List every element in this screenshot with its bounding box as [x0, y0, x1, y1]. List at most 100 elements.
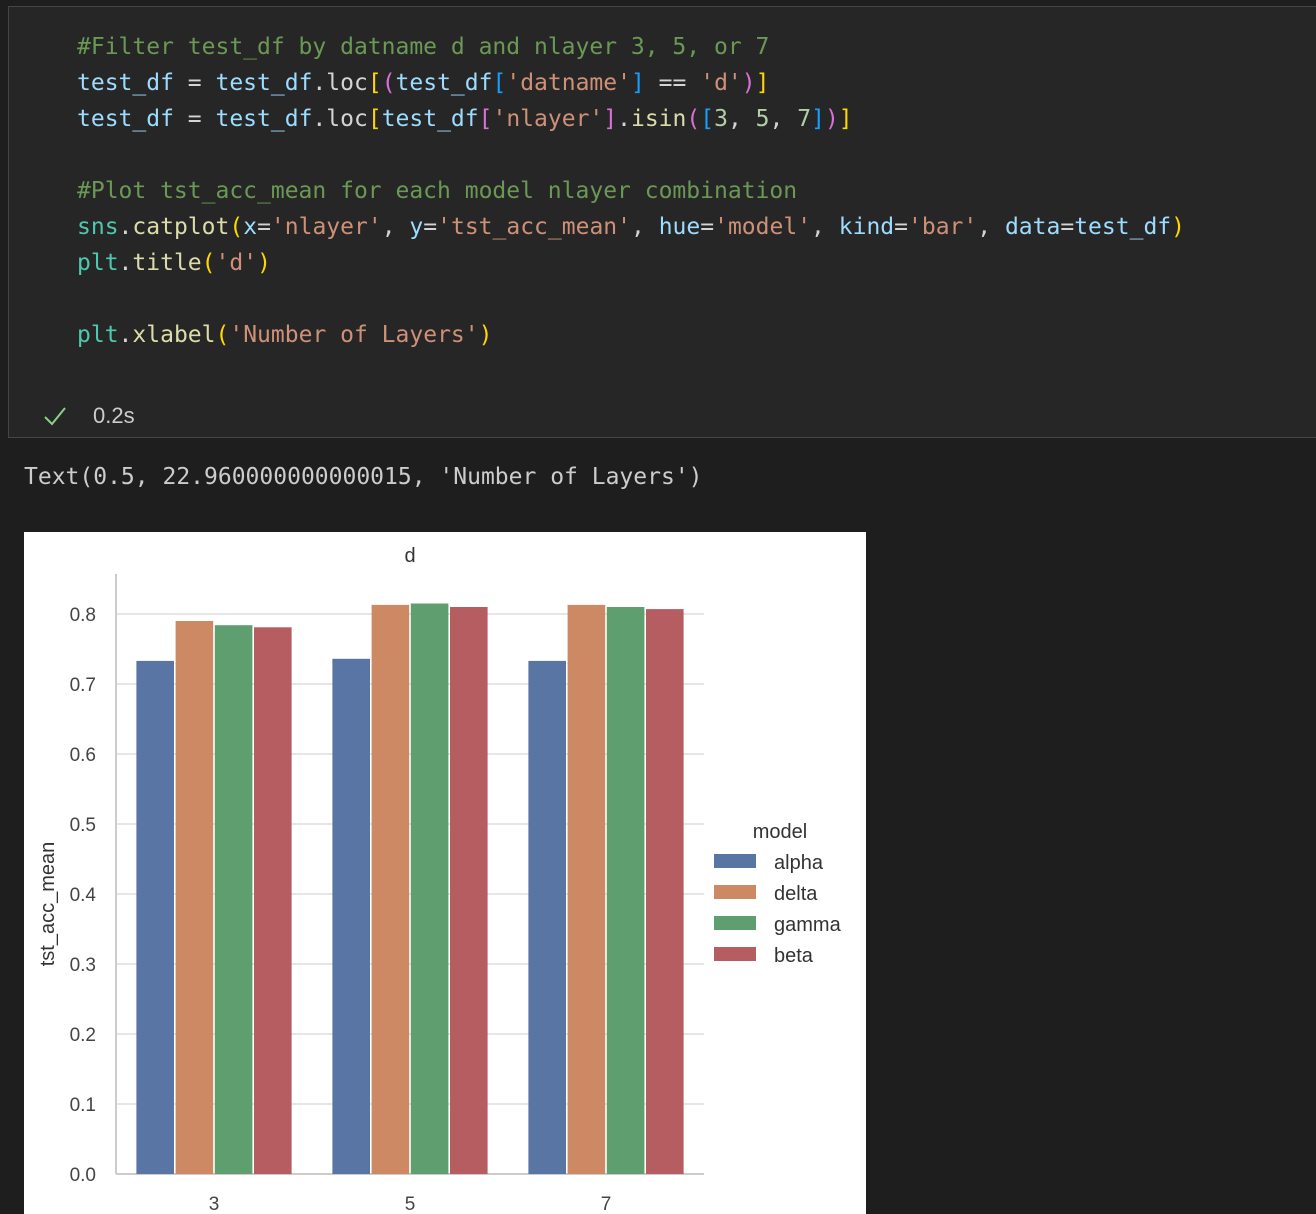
code-token: test_df	[381, 106, 479, 132]
y-axis-label: tst_acc_mean	[37, 842, 59, 967]
bar-gamma	[214, 625, 253, 1174]
code-token: .	[312, 106, 327, 132]
code-token: )	[1171, 214, 1185, 240]
code-line[interactable]: sns.catplot(x='nlayer', y='tst_acc_mean'…	[77, 209, 1185, 245]
code-token: ,	[631, 214, 659, 240]
code-line[interactable]: test_df = test_df.loc[test_df['nlayer'].…	[77, 101, 853, 137]
code-token: [	[478, 106, 493, 132]
code-token: 'd'	[700, 70, 742, 96]
bar-delta	[567, 604, 606, 1174]
execution-time: 0.2s	[93, 403, 135, 428]
code-token: #Plot tst_acc_mean for each model nlayer…	[77, 178, 798, 204]
code-token: =	[173, 70, 216, 96]
code-token: (	[215, 322, 230, 348]
code-token: =	[894, 214, 908, 240]
output-text: Text(0.5, 22.960000000000015, 'Number of…	[24, 464, 703, 490]
code-token: [	[700, 106, 715, 132]
y-tick-label: 0.0	[70, 1165, 96, 1186]
y-tick-label: 0.5	[70, 815, 96, 836]
bar-delta	[175, 621, 214, 1174]
code-token: ]	[603, 106, 618, 132]
code-line[interactable]: #Filter test_df by datname d and nlayer …	[77, 29, 769, 65]
legend-label: delta	[774, 883, 818, 905]
code-token: (	[229, 214, 244, 240]
code-line[interactable]: test_df = test_df.loc[(test_df['datname'…	[77, 65, 769, 101]
code-token: ]	[630, 70, 645, 96]
legend-label: gamma	[774, 914, 842, 936]
code-token: 'model'	[714, 214, 812, 240]
code-token: 7	[797, 106, 812, 132]
code-token: 'datname'	[506, 70, 631, 96]
code-token: =	[173, 106, 216, 132]
code-token: .	[617, 106, 631, 132]
code-token: ,	[811, 214, 839, 240]
legend-swatch-delta	[714, 885, 756, 899]
code-cell[interactable]: #Filter test_df by datname d and nlayer …	[8, 6, 1316, 438]
code-token: ==	[644, 70, 701, 96]
y-tick-label: 0.4	[70, 885, 97, 906]
bar-delta	[371, 604, 410, 1174]
x-tick-label: 7	[601, 1194, 612, 1214]
y-tick-label: 0.2	[70, 1025, 96, 1046]
legend-swatch-alpha	[714, 854, 756, 868]
code-token: ,	[769, 106, 798, 132]
code-token: ,	[381, 214, 410, 240]
code-token: hue	[658, 214, 701, 240]
code-token: title	[132, 250, 202, 276]
code-token: ]	[755, 70, 770, 96]
code-token: (	[686, 106, 701, 132]
code-token: 'nlayer'	[270, 214, 382, 240]
bar-beta	[254, 627, 292, 1174]
code-token: ]	[838, 106, 853, 132]
y-tick-label: 0.7	[70, 675, 96, 696]
legend-title: model	[753, 821, 807, 843]
code-token: .	[118, 250, 133, 276]
code-token: catplot	[132, 214, 230, 240]
bar-alpha	[332, 658, 370, 1174]
code-token: data	[1004, 214, 1061, 240]
bar-gamma	[606, 607, 645, 1174]
code-token: .	[312, 70, 327, 96]
code-line[interactable]: #Plot tst_acc_mean for each model nlayer…	[77, 173, 797, 209]
code-token: )	[741, 70, 756, 96]
code-token: (	[381, 70, 396, 96]
code-token: plt	[77, 250, 119, 276]
legend-swatch-beta	[714, 947, 756, 961]
code-token: kind	[838, 214, 895, 240]
code-token: =	[257, 214, 271, 240]
code-token: isin	[630, 106, 687, 132]
chart-title: d	[404, 545, 415, 567]
code-line[interactable]: plt.title('d')	[77, 245, 271, 281]
code-token: [	[367, 106, 382, 132]
code-token: 'bar'	[908, 214, 978, 240]
legend-swatch-gamma	[714, 916, 756, 930]
code-token: .	[118, 214, 133, 240]
code-token: test_df	[77, 70, 174, 96]
bar-alpha	[136, 660, 174, 1174]
execution-status: 0.2s	[41, 401, 135, 431]
code-line[interactable]: plt.xlabel('Number of Layers')	[77, 317, 492, 353]
code-token: #Filter test_df by datname d and nlayer …	[77, 34, 770, 60]
bar-chart: 0.0 0.1 0.2 0.3 0.4 0.5 0.6 0.7 0.8 3 5 7 d tst_acc_m…	[37, 545, 842, 1214]
bar-alpha	[528, 660, 566, 1174]
legend-label: beta	[774, 945, 814, 967]
code-token: [	[492, 70, 507, 96]
code-token: test_df	[215, 106, 313, 132]
y-tick-label: 0.3	[70, 955, 96, 976]
code-token: )	[478, 322, 493, 348]
code-token: 'tst_acc_mean'	[437, 214, 631, 240]
code-token: ]	[811, 106, 825, 132]
bar-gamma	[410, 603, 449, 1174]
code-token: )	[257, 250, 271, 276]
check-icon	[44, 407, 66, 426]
y-tick-label: 0.6	[70, 745, 96, 766]
code-token: test_df	[77, 106, 174, 132]
code-token: ,	[977, 214, 1005, 240]
code-token: 3	[714, 106, 728, 132]
x-tick-label: 5	[405, 1194, 416, 1214]
code-token: sns	[77, 214, 119, 240]
legend-label: alpha	[774, 852, 824, 874]
y-tick-label: 0.1	[70, 1095, 96, 1116]
code-token: 5	[755, 106, 770, 132]
code-token: =	[423, 214, 438, 240]
